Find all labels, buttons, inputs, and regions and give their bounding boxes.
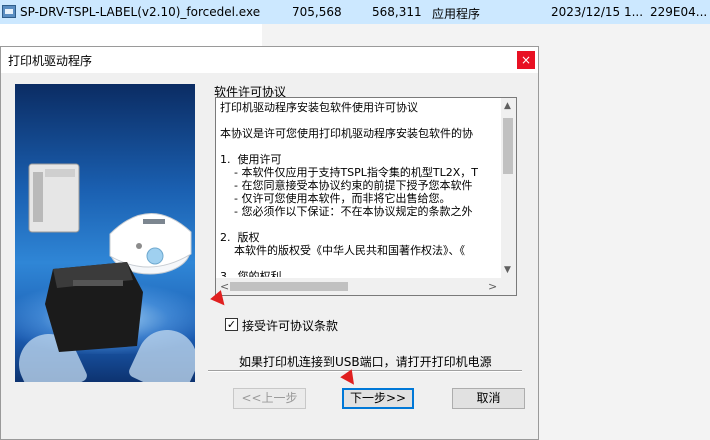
button-divider (208, 370, 522, 372)
file-list-row[interactable]: SP-DRV-TSPL-LABEL(v2.10)_forcedel.exe 70… (0, 0, 710, 24)
license-line (220, 257, 500, 270)
file-date: 2023/12/15 1... (551, 5, 644, 19)
license-line (220, 140, 500, 153)
next-button[interactable]: 下一步>> (342, 388, 414, 409)
close-icon: × (520, 53, 532, 67)
license-line: 2. 版权 (220, 231, 260, 244)
license-line: - 在您同意接受本协议约束的前提下授予您本软件 (220, 179, 473, 192)
accept-license-checkbox[interactable]: ✓ (225, 318, 238, 331)
license-line: 本协议是许可您使用打印机驱动程序安装包软件的协 (220, 127, 473, 140)
license-textbox[interactable]: 打印机驱动程序安装包软件使用许可协议 本协议是许可您使用打印机驱动程序安装包软件… (215, 97, 517, 296)
license-line: 1. 使用许可 (220, 153, 282, 166)
file-size-1: 705,568 (292, 5, 342, 19)
checkmark-icon: ✓ (226, 318, 237, 331)
license-line: - 您必须作以下保证：不在本协议规定的条款之外 (220, 205, 473, 218)
cancel-button[interactable]: 取消 (452, 388, 525, 409)
dialog-title: 打印机驱动程序 (8, 54, 93, 68)
license-line: 打印机驱动程序安装包软件使用许可协议 (220, 101, 418, 114)
driver-setup-dialog: 打印机驱动程序 × 软件许可协议 打印机驱动程序安装包软件使用许可协议 本协议是… (0, 46, 539, 440)
scroll-down-icon[interactable]: ▼ (504, 265, 511, 275)
printers-graphic (28, 163, 192, 352)
license-line: - 仅许可您使用本软件，而非将它出售给您。 (220, 192, 451, 205)
license-line: 本软件的版权受《中华人民共和国著作权法》、《 (220, 244, 465, 257)
license-line (220, 218, 500, 231)
scroll-right-icon[interactable]: > (488, 280, 497, 293)
horizontal-scroll-thumb[interactable] (230, 282, 348, 291)
license-text: 打印机驱动程序安装包软件使用许可协议 本协议是许可您使用打印机驱动程序安装包软件… (220, 101, 500, 277)
vertical-scrollbar[interactable]: ▲ ▼ (501, 98, 516, 278)
vertical-scroll-thumb[interactable] (503, 118, 513, 174)
license-line (220, 114, 500, 127)
exe-file-icon (2, 5, 16, 18)
file-size-2: 568,311 (372, 5, 422, 19)
annotation-arrow-next (340, 369, 360, 389)
file-type: 应用程序 (432, 7, 481, 21)
scroll-corner (501, 278, 516, 295)
dialog-titlebar[interactable]: 打印机驱动程序 × (1, 47, 538, 73)
back-button[interactable]: <<上一步 (233, 388, 306, 409)
usb-power-notice: 如果打印机连接到USB端口，请打开打印机电源 (239, 355, 492, 369)
printer-illustration (15, 84, 195, 382)
scroll-up-icon[interactable]: ▲ (504, 101, 511, 111)
horizontal-scrollbar[interactable]: < > (216, 278, 501, 295)
accept-license-label[interactable]: 接受许可协议条款 (242, 317, 338, 334)
license-line: - 本软件仅应用于支持TSPL指令集的机型TL2X，T (220, 166, 479, 179)
file-hash: 229E04... (650, 5, 708, 19)
close-button[interactable]: × (517, 51, 535, 69)
license-line: 3. 您的权利 (220, 270, 282, 277)
file-name: SP-DRV-TSPL-LABEL(v2.10)_forcedel.exe (20, 5, 261, 19)
